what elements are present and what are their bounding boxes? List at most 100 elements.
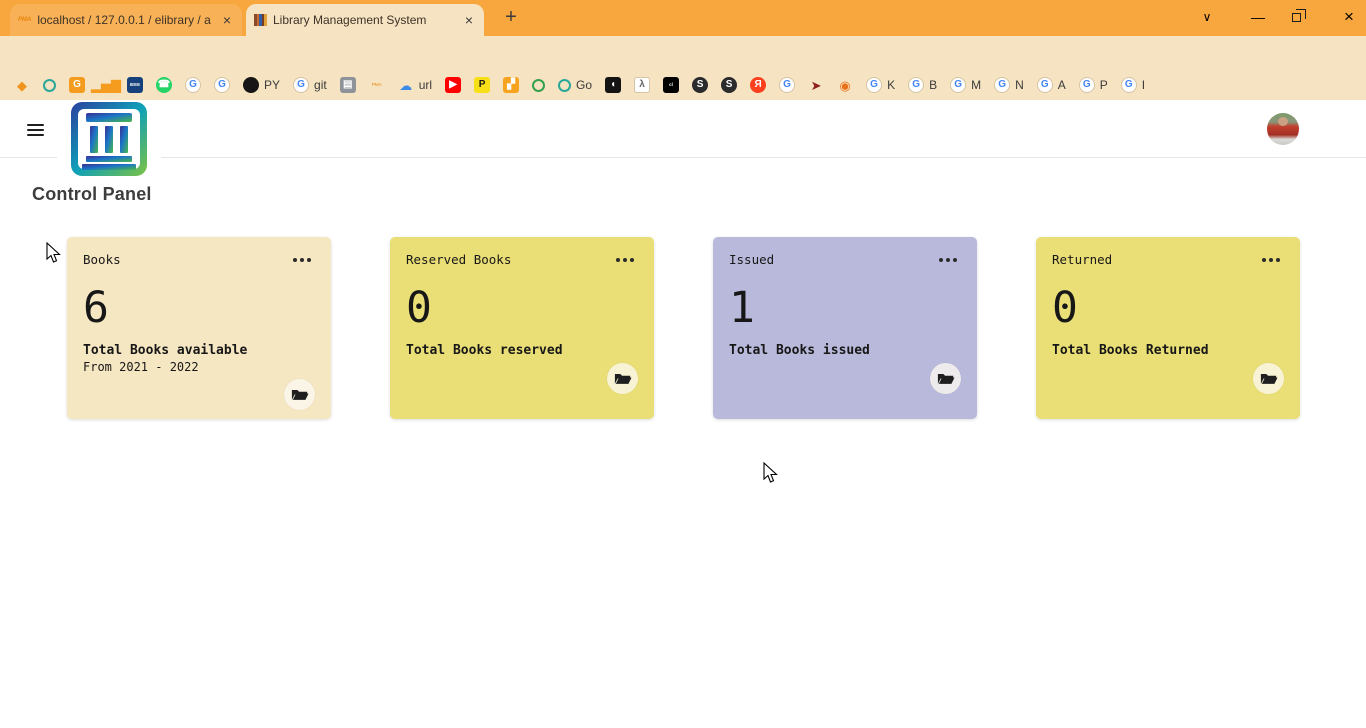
bookmark-item[interactable]: S: [692, 77, 708, 93]
eye-icon: ◉: [837, 77, 853, 93]
bookmark-item[interactable]: GK: [866, 77, 895, 93]
bookmark-item[interactable]: Go: [558, 78, 592, 92]
bookmark-label: Go: [576, 78, 592, 92]
bookmark-item[interactable]: PMA: [369, 77, 385, 93]
google-icon: G: [908, 77, 924, 93]
google-icon: G: [214, 77, 230, 93]
ring-teal-icon: [43, 79, 56, 92]
bookmark-item[interactable]: ▤: [340, 77, 356, 93]
bookmark-item[interactable]: S: [721, 77, 737, 93]
bookmark-item[interactable]: GI: [1121, 77, 1145, 93]
bookmark-label: A: [1058, 78, 1066, 92]
bookmark-item[interactable]: PY: [243, 77, 280, 93]
tab-library-management[interactable]: Library Management System ×: [246, 4, 484, 36]
diamond-logo-icon: ◆: [14, 77, 30, 93]
bookmark-label: K: [887, 78, 895, 92]
bookmark-item[interactable]: GA: [1037, 77, 1066, 93]
bookmark-item[interactable]: λ: [634, 77, 650, 93]
user-avatar[interactable]: [1267, 113, 1299, 145]
phpmyadmin-favicon-icon: PMA: [18, 17, 31, 23]
card-menu-button[interactable]: [939, 255, 961, 265]
s-dark-icon: S: [692, 77, 708, 93]
folder-icon: [937, 371, 955, 386]
bookmark-item[interactable]: GB: [908, 77, 937, 93]
stat-card: Reserved Books 0 Total Books reserved: [390, 237, 654, 419]
minimize-button[interactable]: —: [1243, 9, 1273, 25]
google-icon: G: [950, 77, 966, 93]
youtube-icon: ▶: [445, 77, 461, 93]
card-description: Total Books available: [83, 343, 315, 358]
google-icon: G: [1121, 77, 1137, 93]
card-menu-button[interactable]: [293, 255, 315, 265]
ieee-icon: IEEE: [127, 77, 143, 93]
bookmark-item[interactable]: ▞: [503, 77, 519, 93]
tab-close-icon[interactable]: ×: [220, 12, 234, 28]
folder-icon: [614, 371, 632, 386]
bookmark-item[interactable]: G: [779, 77, 795, 93]
tab-title: Library Management System: [273, 13, 456, 27]
bookmark-item[interactable]: P: [474, 77, 490, 93]
cloud-icon: ☁: [398, 77, 414, 93]
new-tab-button[interactable]: +: [498, 5, 524, 31]
open-folder-button[interactable]: [284, 379, 315, 410]
menu-hamburger-icon[interactable]: [27, 124, 44, 136]
tab-close-icon[interactable]: ×: [462, 12, 476, 28]
google-icon: G: [185, 77, 201, 93]
card-description: Total Books issued: [729, 343, 961, 358]
archive-icon: ▤: [340, 77, 356, 93]
bird-icon: ◖: [605, 77, 621, 93]
bookmark-item[interactable]: ☎: [156, 77, 172, 93]
bookmark-item[interactable]: [43, 79, 56, 92]
bookmark-item[interactable]: GP: [1079, 77, 1108, 93]
bookmark-item[interactable]: G: [69, 77, 85, 93]
s-dark-icon: S: [721, 77, 737, 93]
bookmark-item[interactable]: G: [185, 77, 201, 93]
card-value: 0: [406, 287, 638, 330]
cursor-pointer-icon: [763, 462, 779, 484]
bookmark-item[interactable]: Я: [750, 77, 766, 93]
bookmark-item[interactable]: [532, 79, 545, 92]
tab-search-chevron-icon[interactable]: ∨: [1192, 10, 1222, 24]
bookmark-item[interactable]: cl: [663, 77, 679, 93]
page-content: Control Panel Books 6 Total Books availa…: [0, 100, 1366, 728]
figure-icon: λ: [634, 77, 650, 93]
bookmark-item[interactable]: ▂▅▇: [98, 77, 114, 93]
google-icon: G: [293, 77, 309, 93]
card-menu-button[interactable]: [616, 255, 638, 265]
tab-phpmyadmin[interactable]: PMA localhost / 127.0.0.1 / elibrary / a…: [10, 4, 242, 36]
open-folder-button[interactable]: [1253, 363, 1284, 394]
bookmark-label: P: [1100, 78, 1108, 92]
open-folder-button[interactable]: [607, 363, 638, 394]
open-folder-button[interactable]: [930, 363, 961, 394]
bookmark-item[interactable]: Ggit: [293, 77, 327, 93]
card-value: 0: [1052, 287, 1284, 330]
github-icon: [243, 77, 259, 93]
yandex-icon: Я: [750, 77, 766, 93]
bookmark-label: url: [419, 78, 432, 92]
ring-teal-icon: [558, 79, 571, 92]
bookmark-item[interactable]: ▶: [445, 77, 461, 93]
google-icon: G: [779, 77, 795, 93]
bookmark-item[interactable]: GM: [950, 77, 981, 93]
card-menu-button[interactable]: [1262, 255, 1284, 265]
bookmark-item[interactable]: IEEE: [127, 77, 143, 93]
cards-row: Books 6 Total Books available From 2021 …: [67, 237, 1300, 419]
tab-title: localhost / 127.0.0.1 / elibrary / a: [37, 13, 213, 27]
bookmark-item[interactable]: ◖: [605, 77, 621, 93]
bookmark-item[interactable]: ◆: [14, 77, 30, 93]
bookmark-item[interactable]: GN: [994, 77, 1024, 93]
bookmark-item[interactable]: ➤: [808, 77, 824, 93]
page-title: Control Panel: [32, 184, 152, 205]
library-logo: [57, 100, 161, 178]
bookmark-item[interactable]: G: [214, 77, 230, 93]
card-description: Total Books reserved: [406, 343, 638, 358]
bookmark-label: git: [314, 78, 327, 92]
restore-window-button[interactable]: [1292, 13, 1301, 22]
bookmark-item[interactable]: ◉: [837, 77, 853, 93]
bookmark-item[interactable]: ☁ url: [398, 77, 432, 93]
browser-toolbar: ← → i localhost/eLibrary/index.php ☆ a P…: [0, 36, 1366, 70]
bookmark-label: B: [929, 78, 937, 92]
card-value: 1: [729, 287, 961, 330]
close-window-button[interactable]: ×: [1334, 7, 1364, 27]
card-value: 6: [83, 287, 315, 330]
